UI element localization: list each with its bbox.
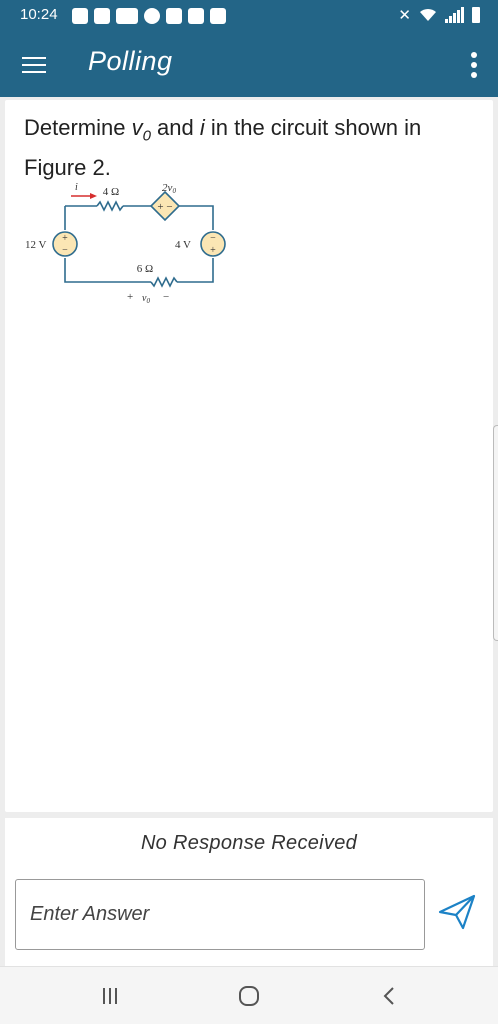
question-card: Determine v0 and i in the circuit shown …: [5, 100, 493, 812]
app-title: Polling: [88, 46, 173, 76]
send-icon: [438, 894, 476, 930]
dropbox-icon: [72, 8, 88, 24]
variable-vo: v0: [131, 115, 151, 144]
current-label: i: [75, 182, 78, 193]
notification-icons: [72, 8, 226, 24]
hamburger-menu-icon[interactable]: [22, 54, 46, 74]
source-12v-label: 12 V: [25, 239, 47, 251]
variable-v: v: [131, 115, 143, 140]
spotify-icon: [144, 8, 160, 24]
bag-icon: [94, 8, 110, 24]
status-time: 10:24: [20, 6, 58, 23]
battery-icon: [472, 7, 480, 23]
resistor-4-ohm-label: 4 Ω: [103, 186, 119, 198]
source-4v-label: 4 V: [175, 239, 191, 251]
vo-minus-sign: −: [163, 291, 169, 303]
email-icon: [116, 8, 138, 24]
home-button[interactable]: [229, 981, 269, 1011]
navigation-bar: [0, 966, 498, 1024]
weather-icon: [210, 8, 226, 24]
question-text: Determine v0 and i in the circuit shown …: [24, 112, 474, 184]
dependent-source-label: 2v0: [162, 182, 176, 195]
status-bar: 10:24 ✕: [0, 0, 498, 33]
system-icons: ✕: [398, 6, 480, 24]
home-icon: [239, 986, 259, 1006]
resistor-4-ohm: [96, 200, 124, 212]
question-text-part: Determine: [24, 115, 132, 140]
back-button[interactable]: [369, 981, 409, 1011]
question-text-part: and: [150, 115, 200, 140]
send-button[interactable]: [435, 890, 479, 934]
back-icon: [383, 987, 394, 1005]
response-card: No Response Received: [5, 818, 493, 966]
bell-off-icon: ✕: [398, 7, 411, 24]
variable-v-subscript: 0: [142, 127, 151, 145]
svg-text:+: +: [62, 233, 68, 244]
svg-text:+ −: + −: [157, 201, 172, 213]
signal-icon: [445, 7, 464, 23]
more-vertical-icon[interactable]: [470, 52, 478, 78]
resistor-6-ohm: [150, 276, 178, 288]
resistor-6-ohm-label: 6 Ω: [137, 263, 153, 275]
svg-text:−: −: [62, 245, 68, 256]
wifi-icon: [420, 8, 436, 21]
answer-input[interactable]: [15, 879, 425, 950]
circuit-figure: + − + − − + i 4 Ω 2v0 12 V 4 V 6 Ω + v0 …: [25, 182, 226, 305]
scrollbar-thumb[interactable]: [493, 425, 498, 641]
app-bar: Polling: [0, 33, 498, 97]
vo-label: v0: [142, 293, 150, 305]
vo-plus-sign: +: [127, 291, 133, 303]
svg-text:−: −: [210, 233, 216, 244]
video-icon: [188, 8, 204, 24]
recents-icon: [103, 988, 117, 1004]
gallery-icon: [166, 8, 182, 24]
recents-button[interactable]: [90, 981, 130, 1011]
response-status: No Response Received: [140, 832, 358, 854]
svg-text:+: +: [210, 245, 216, 256]
